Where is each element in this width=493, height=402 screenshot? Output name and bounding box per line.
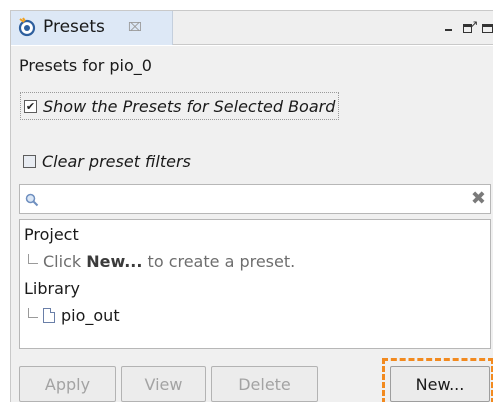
presets-tree: Project Click New... to create a preset.… [19,219,491,349]
hint-text-before: Click [43,252,87,271]
file-icon [43,308,55,323]
presets-icon [17,17,37,37]
restore-icon[interactable] [480,18,493,38]
search-icon [25,192,39,207]
tree-item-label: pio_out [61,306,120,325]
tab-title: Presets [43,17,105,37]
view-tab-bar: Presets ⌧ ↗ [11,11,493,45]
clear-search-icon[interactable]: ✖ [471,189,486,209]
presets-panel: Presets for pio_0 ✔ Show the Presets for… [11,46,493,402]
tree-connector [28,308,38,318]
tree-node-project[interactable]: Project [24,225,79,244]
minimize-icon[interactable] [440,18,460,38]
show-selected-board-checkbox[interactable]: ✔ Show the Presets for Selected Board [19,91,340,121]
tree-connector [28,254,38,264]
hint-text-bold: New... [86,252,143,271]
view-button[interactable]: View [121,366,206,402]
view-controls: ↗ [440,17,493,39]
search-input[interactable] [46,188,456,210]
clear-preset-filters-checkbox[interactable]: Clear preset filters [19,148,191,174]
maximize-icon[interactable]: ↗ [460,18,480,38]
close-icon[interactable]: ⌧ [128,20,142,34]
page-title: Presets for pio_0 [19,56,152,75]
new-button[interactable]: New... [390,366,490,402]
show-selected-board-label: Show the Presets for Selected Board [43,96,336,116]
presets-view: Presets ⌧ ↗ Presets for pio_0 ✔ Show the… [10,10,493,402]
tree-item-pio-out[interactable]: pio_out [28,306,120,325]
hint-text-after: to create a preset. [142,252,296,271]
search-field[interactable]: ✖ [19,184,491,214]
checkbox-unchecked-icon[interactable] [23,154,36,168]
apply-button[interactable]: Apply [19,366,116,402]
clear-preset-filters-label: Clear preset filters [42,151,191,171]
tree-hint: Click New... to create a preset. [28,252,295,271]
delete-button[interactable]: Delete [211,366,318,402]
tab-presets[interactable]: Presets ⌧ [11,11,173,45]
tree-node-library[interactable]: Library [24,279,80,298]
checkbox-checked-icon[interactable]: ✔ [24,99,37,113]
